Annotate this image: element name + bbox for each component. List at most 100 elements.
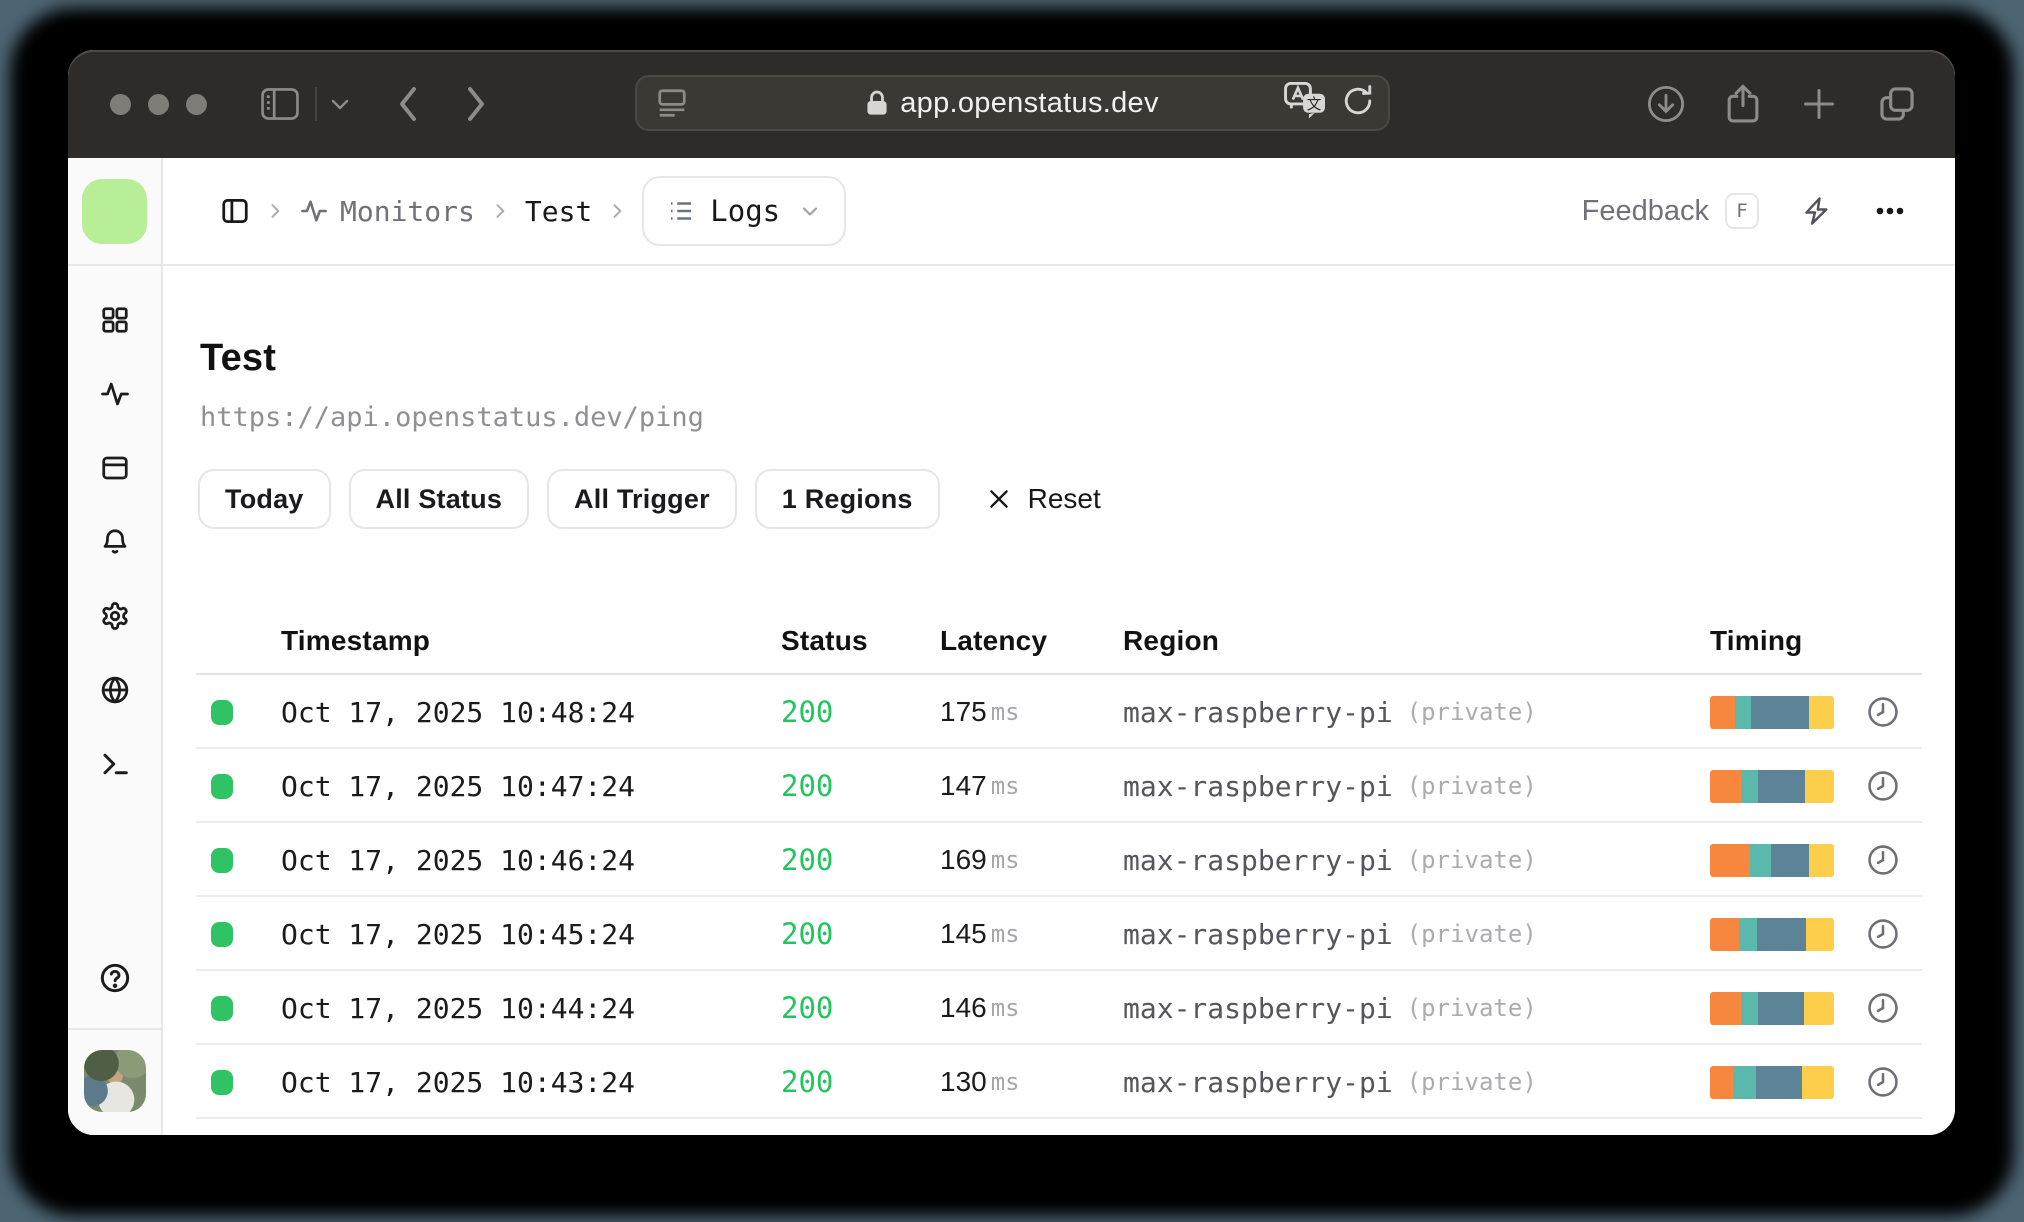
downloads-icon[interactable] (1647, 85, 1685, 123)
help-button[interactable] (68, 962, 161, 1028)
traffic-lights (68, 93, 207, 115)
translate-icon[interactable]: 文 (1284, 81, 1328, 125)
timing-dns-segment (1710, 769, 1741, 803)
main-panel: Monitors Test Logs Feedback F Test https… (163, 158, 1955, 1135)
status-ok-square (211, 699, 233, 725)
timing-dns-segment (1710, 695, 1735, 729)
user-avatar[interactable] (83, 1050, 146, 1112)
log-region-note: (private) (1406, 698, 1537, 726)
log-region: max-raspberry-pi (1123, 991, 1393, 1025)
table-header: Timestamp Status Latency Region Timing (196, 529, 1922, 675)
address-bar[interactable]: app.openstatus.dev 文 (635, 75, 1390, 131)
forward-button[interactable] (465, 86, 487, 122)
status-ok-square (211, 1069, 233, 1095)
panel-toggle-icon[interactable] (220, 196, 250, 226)
sidebar-chevron-icon[interactable] (331, 98, 349, 110)
log-status-code: 200 (781, 769, 834, 803)
log-row[interactable]: Oct 17, 2025 10:48:24 200 175 ms max-rasp… (196, 675, 1922, 749)
timing-bar[interactable] (1710, 695, 1834, 729)
timing-ttfb-segment (1758, 769, 1806, 803)
filter-period-button[interactable]: Today (198, 469, 331, 529)
log-rows: Oct 17, 2025 10:48:24 200 175 ms max-rasp… (196, 675, 1922, 1119)
log-status-code: 200 (781, 991, 834, 1025)
timing-bar[interactable] (1710, 991, 1834, 1025)
page-title: Test (200, 337, 277, 379)
log-row[interactable]: Oct 17, 2025 10:45:24 200 145 ms max-rasp… (196, 897, 1922, 971)
log-timestamp: Oct 17, 2025 10:45:24 (281, 917, 636, 951)
reload-icon[interactable] (1342, 84, 1374, 123)
reset-label: Reset (1027, 483, 1101, 514)
status-ok-square (211, 995, 233, 1021)
timing-bar[interactable] (1710, 843, 1834, 877)
timing-ttfb-segment (1771, 843, 1809, 877)
close-window-button[interactable] (110, 93, 131, 115)
breadcrumb-monitors[interactable]: Monitors (340, 195, 475, 228)
new-tab-icon[interactable] (1801, 86, 1837, 122)
log-row[interactable]: Oct 17, 2025 10:46:24 200 169 ms max-rasp… (196, 823, 1922, 897)
app-sidebar (68, 158, 163, 1135)
sidebar-bottom (68, 962, 161, 1135)
log-latency-unit: ms (990, 772, 1020, 800)
timing-bar[interactable] (1710, 769, 1834, 803)
log-row[interactable]: Oct 17, 2025 10:44:24 200 146 ms max-rasp… (196, 971, 1922, 1045)
minimize-window-button[interactable] (148, 93, 169, 115)
timing-dns-segment (1710, 1065, 1733, 1099)
log-region-note: (private) (1406, 1068, 1537, 1096)
col-timestamp: Timestamp (281, 625, 431, 656)
timing-transfer-segment (1804, 991, 1834, 1025)
back-button[interactable] (397, 86, 419, 122)
log-latency: 169 (940, 844, 987, 875)
timing-ttfb-segment (1756, 1065, 1802, 1099)
clock-icon (1866, 1045, 1900, 1119)
timing-dns-segment (1710, 991, 1741, 1025)
url-text[interactable]: app.openstatus.dev (900, 87, 1159, 120)
log-latency: 145 (940, 918, 987, 949)
log-row[interactable]: Oct 17, 2025 10:43:24 200 130 ms max-rasp… (196, 1045, 1922, 1119)
command-zap-icon[interactable] (1801, 196, 1831, 226)
filter-trigger-button[interactable]: All Trigger (547, 469, 737, 529)
zoom-window-button[interactable] (186, 93, 207, 115)
log-timestamp: Oct 17, 2025 10:44:24 (281, 991, 636, 1025)
browser-titlebar: app.openstatus.dev 文 (68, 50, 1955, 158)
monitors-breadcrumb-icon (300, 197, 328, 225)
log-timestamp: Oct 17, 2025 10:46:24 (281, 843, 636, 877)
log-latency-unit: ms (990, 1068, 1020, 1096)
log-region-note: (private) (1406, 994, 1537, 1022)
log-row[interactable]: Oct 17, 2025 10:47:24 200 147 ms max-rasp… (196, 749, 1922, 823)
timing-bar[interactable] (1710, 917, 1834, 951)
app-window: Monitors Test Logs Feedback F Test https… (68, 158, 1955, 1135)
safari-sidebar-icon[interactable] (261, 88, 299, 120)
log-region-note: (private) (1406, 846, 1537, 874)
monitors-activity-icon[interactable] (99, 379, 131, 409)
log-latency-unit: ms (990, 846, 1020, 874)
timing-bar[interactable] (1710, 1065, 1834, 1099)
clock-icon (1866, 749, 1900, 823)
regions-globe-icon[interactable] (100, 675, 130, 705)
filter-regions-button[interactable]: 1 Regions (754, 469, 940, 529)
timing-transfer-segment (1805, 769, 1834, 803)
view-switcher-logs[interactable]: Logs (642, 176, 847, 246)
more-options-icon[interactable] (1875, 206, 1905, 216)
notifications-bell-icon[interactable] (100, 527, 130, 557)
clock-icon (1866, 823, 1900, 897)
tab-overview-icon[interactable] (1878, 85, 1916, 123)
timing-ttfb-segment (1757, 991, 1805, 1025)
log-region: max-raspberry-pi (1123, 917, 1393, 951)
chevron-right-icon (265, 201, 285, 221)
reset-filters-button[interactable]: Reset (986, 483, 1101, 515)
status-ok-square (211, 847, 233, 873)
timing-connect-segment (1738, 917, 1758, 951)
feedback-link[interactable]: Feedback (1582, 195, 1709, 228)
log-status-code: 200 (781, 1065, 834, 1099)
share-icon[interactable] (1726, 84, 1760, 124)
workspace-avatar[interactable] (82, 178, 147, 244)
settings-gear-icon[interactable] (100, 601, 130, 631)
cli-terminal-icon[interactable] (100, 749, 130, 779)
toolbar-separator (315, 87, 317, 121)
app-header: Monitors Test Logs Feedback F (163, 158, 1955, 266)
breadcrumb-test[interactable]: Test (525, 195, 592, 228)
dashboard-grid-icon[interactable] (100, 305, 130, 335)
filter-status-button[interactable]: All Status (348, 469, 530, 529)
timing-ttfb-segment (1757, 917, 1807, 951)
status-pages-icon[interactable] (100, 453, 130, 483)
